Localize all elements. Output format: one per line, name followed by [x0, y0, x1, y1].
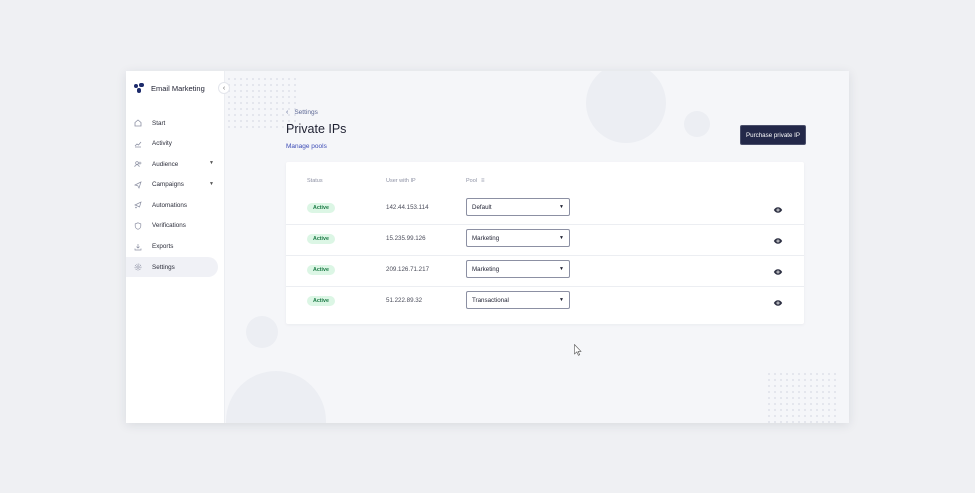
eye-icon[interactable] [773, 264, 783, 275]
sidebar: Email Marketing Start Activity Audience [126, 71, 225, 423]
table-row: Active 209.126.71.217 Marketing ▼ [286, 255, 804, 287]
ip-address: 51.222.89.32 [386, 297, 423, 304]
sidebar-item-label: Start [152, 119, 166, 127]
filter-icon[interactable]: ≡ [481, 178, 485, 184]
sidebar-item-label: Campaigns [152, 181, 184, 189]
chevron-down-icon: ▼ [209, 180, 214, 187]
collapse-sidebar-button[interactable]: ‹ [218, 82, 230, 94]
sidebar-item-activity[interactable]: Activity [126, 134, 224, 154]
column-header-status: Status [307, 178, 323, 184]
chevron-left-icon: ‹ [286, 109, 289, 116]
status-badge: Active [307, 265, 335, 275]
send-icon [134, 181, 142, 189]
table-row: Active 15.235.99.126 Marketing ▼ [286, 224, 804, 256]
app-window: Email Marketing Start Activity Audience [126, 71, 849, 423]
sidebar-item-label: Activity [152, 140, 172, 148]
users-icon [134, 160, 142, 168]
chevron-down-icon: ▼ [209, 160, 214, 167]
breadcrumb[interactable]: ‹ Settings [286, 109, 318, 116]
sidebar-item-label: Automations [152, 201, 188, 209]
pool-select-value: Transactional [472, 297, 509, 304]
chevron-left-icon: ‹ [222, 85, 226, 92]
status-badge: Active [307, 234, 335, 244]
logo-icon [134, 83, 144, 93]
caret-down-icon: ▼ [559, 266, 564, 272]
pool-select-value: Marketing [472, 235, 500, 242]
sidebar-item-label: Audience [152, 160, 179, 168]
purchase-private-ip-button[interactable]: Purchase private IP [740, 125, 806, 145]
caret-down-icon: ▼ [559, 204, 564, 210]
pool-select-value: Default [472, 204, 492, 211]
private-ips-table: Status User with IP Pool ≡ Active 142.44.… [286, 162, 804, 324]
download-icon [134, 243, 142, 251]
manage-pools-link[interactable]: Manage pools [286, 143, 327, 150]
mouse-cursor-icon [574, 343, 582, 356]
status-badge: Active [307, 296, 335, 306]
eye-icon[interactable] [773, 295, 783, 306]
sidebar-item-label: Exports [152, 243, 174, 251]
sidebar-item-verifications[interactable]: Verifications [126, 216, 224, 236]
ip-address: 142.44.153.114 [386, 204, 429, 211]
column-header-user-ip: User with IP [386, 178, 416, 184]
sidebar-item-campaigns[interactable]: Campaigns ▼ [126, 175, 224, 195]
table-row: Active 142.44.153.114 Default ▼ [286, 193, 804, 225]
sidebar-item-label: Settings [152, 263, 175, 271]
sidebar-item-exports[interactable]: Exports [126, 237, 224, 257]
sidebar-item-settings[interactable]: Settings [126, 257, 218, 278]
pool-select[interactable]: Marketing ▼ [466, 229, 570, 247]
sidebar-item-automations[interactable]: Automations [126, 195, 224, 215]
ip-address: 15.235.99.126 [386, 235, 426, 242]
sidebar-item-label: Verifications [152, 222, 186, 230]
eye-icon[interactable] [773, 233, 783, 244]
sidebar-item-start[interactable]: Start [126, 113, 224, 133]
gear-icon [134, 263, 142, 271]
sidebar-nav: Start Activity Audience ▼ Campaigns ▼ Au… [126, 113, 224, 278]
shield-icon [134, 222, 142, 230]
pool-select[interactable]: Default ▼ [466, 198, 570, 216]
table-header: Status User with IP Pool ≡ [286, 178, 804, 188]
ip-address: 209.126.71.217 [386, 266, 430, 273]
caret-down-icon: ▼ [559, 235, 564, 241]
automation-icon [134, 201, 142, 209]
page-title: Private IPs [286, 122, 347, 136]
pool-select[interactable]: Marketing ▼ [466, 260, 570, 278]
app-name: Email Marketing [151, 83, 205, 93]
main-content: ‹ Settings Private IPs Manage pools Purc… [224, 71, 849, 423]
status-badge: Active [307, 203, 335, 213]
eye-icon[interactable] [773, 202, 783, 213]
pool-select-value: Marketing [472, 266, 500, 273]
pool-select[interactable]: Transactional ▼ [466, 291, 570, 309]
brand[interactable]: Email Marketing [134, 83, 205, 93]
sidebar-item-audience[interactable]: Audience ▼ [126, 154, 224, 174]
caret-down-icon: ▼ [559, 297, 564, 303]
table-row: Active 51.222.89.32 Transactional ▼ [286, 286, 804, 317]
column-header-pool[interactable]: Pool ≡ [466, 178, 485, 184]
chart-icon [134, 140, 142, 148]
column-header-pool-label: Pool [466, 178, 478, 184]
home-icon [134, 119, 142, 127]
breadcrumb-link[interactable]: Settings [294, 109, 318, 116]
